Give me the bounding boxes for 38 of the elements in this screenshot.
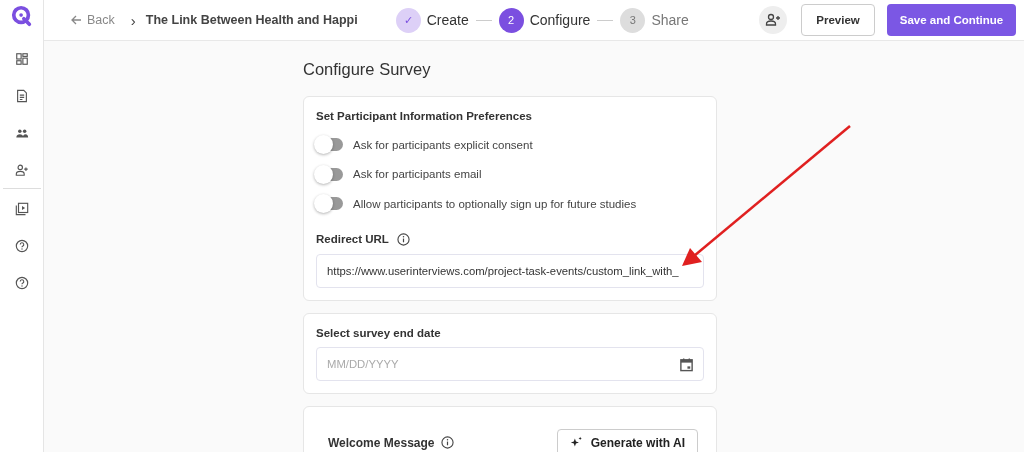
project-title: The Link Between Health and Happi (145, 13, 358, 27)
logo-icon[interactable] (10, 5, 33, 27)
page-title: Configure Survey (303, 60, 432, 79)
redirect-url-field[interactable]: https://www.userinterviews.com/project-task-events/custom_link_with_ (316, 253, 704, 288)
step-number: ✓ (395, 7, 421, 33)
card-title: Select survey end date (316, 326, 442, 339)
document-icon[interactable] (14, 89, 29, 103)
toggle-label: Ask for participants explicit consent (353, 138, 533, 151)
step-number: 3 (620, 7, 646, 33)
preview-button[interactable]: Preview (801, 4, 875, 36)
help-icon[interactable] (14, 276, 29, 290)
step-label[interactable]: Create (426, 12, 469, 28)
toggle-label: Allow participants to optionally sign up for future studies (353, 197, 637, 210)
field-label: Redirect URL (316, 233, 389, 245)
breadcrumb-separator: › (130, 11, 136, 29)
back-arrow-icon (70, 14, 82, 26)
sparkle-icon (569, 436, 583, 449)
calendar-icon[interactable] (679, 356, 694, 372)
dashboard-icon[interactable] (14, 52, 29, 66)
step-number: 2 (498, 7, 524, 33)
toggle-label: Ask for participants email (353, 168, 482, 181)
video-library-icon[interactable] (14, 202, 29, 216)
step-label[interactable]: Share (651, 12, 689, 28)
card-title: Set Participant Information Preferences (316, 110, 533, 122)
info-icon[interactable] (396, 232, 410, 246)
add-user-icon[interactable] (14, 163, 29, 177)
back-link[interactable]: Back (70, 13, 115, 27)
info-icon[interactable] (440, 436, 454, 449)
toggle-switch[interactable] (316, 167, 343, 181)
step-label[interactable]: Configure (529, 12, 591, 28)
generate-with-ai-button[interactable]: Generate with AI (556, 428, 698, 452)
add-user-icon[interactable] (759, 6, 787, 34)
date-field[interactable]: MM/DD/YYYY (316, 346, 704, 381)
toggle-switch[interactable] (316, 197, 343, 211)
help-icon[interactable] (14, 239, 29, 253)
save-and-continue-button[interactable]: Save and Continue (887, 4, 1016, 36)
toggle-switch[interactable] (316, 138, 343, 152)
card-title: Welcome Message (328, 435, 435, 450)
